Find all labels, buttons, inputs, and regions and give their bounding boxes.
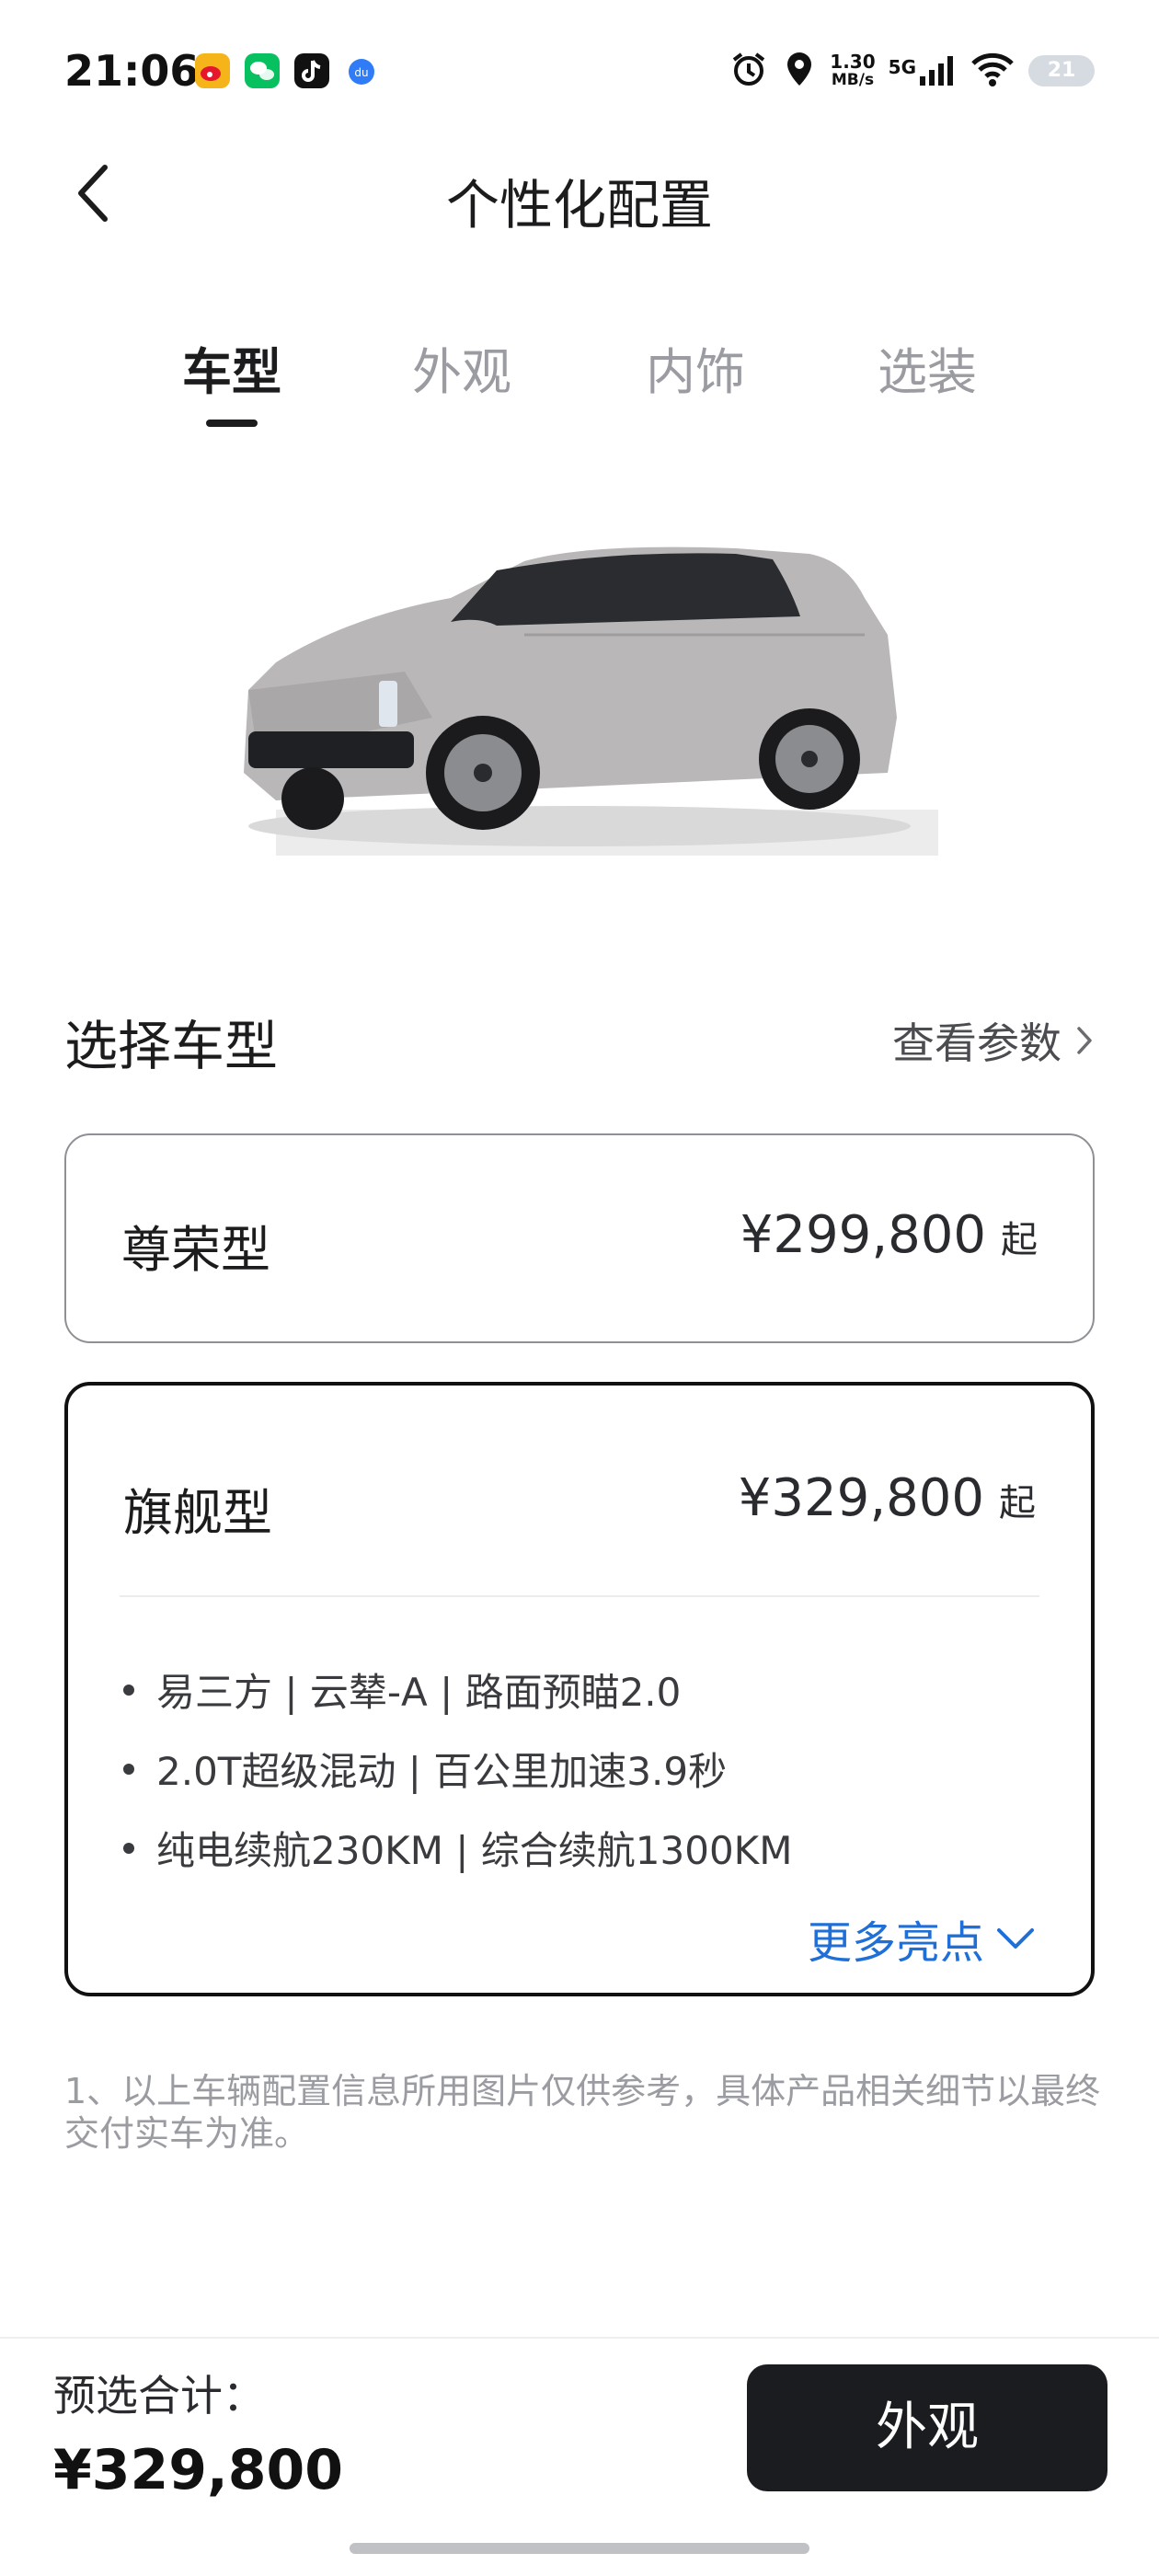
view-params-link[interactable]: 查看参数 [892,1010,1095,1071]
disclaimer-text: 1、以上车辆配置信息所用图片仅供参考，具体产品相关细节以最终交付实车为准。 [64,2071,1101,2154]
next-exterior-button[interactable]: 外观 [747,2364,1107,2491]
section-title: 选择车型 [64,1015,279,1077]
wechat-icon [245,53,280,88]
du-icon: du [344,53,379,88]
net-speed-value: 1.30 [830,51,876,73]
trim-price-value: ¥329,800 [738,1468,984,1528]
trim-price: ¥299,800 起 [740,1205,1038,1265]
location-icon [782,49,817,93]
signal-icon: 5G [889,56,957,86]
trim-price-suffix: 起 [1001,1219,1038,1261]
trim-card-zunrong[interactable]: 尊荣型 ¥299,800 起 [64,1133,1095,1343]
tab-options[interactable]: 选装 [863,331,992,404]
total-label: 预选合计： [53,2371,265,2421]
bottom-bar: 预选合计： ¥329,800 外观 [0,2337,1159,2576]
tab-model[interactable]: 车型 [167,331,296,404]
status-indicators: 1.30 MB/s 5G 21 [729,48,1095,94]
more-highlights-label: 更多亮点 [807,1917,984,1969]
net-speed-unit: MB/s [831,71,875,89]
wifi-icon [970,51,1016,91]
bullet-icon [123,1842,134,1854]
trim-price-suffix: 起 [999,1482,1036,1524]
car-image [221,534,938,865]
config-tabs: 车型 外观 内饰 选装 [0,331,1159,432]
card-divider [120,1595,1039,1597]
weibo-icon [195,53,230,88]
alarm-icon [729,49,769,93]
status-bar: 21:06 du 1.30 MB/s 5G 21 [0,0,1159,138]
more-highlights-link[interactable]: 更多亮点 [808,1906,1036,1971]
feature-item: 2.0T超级混动 | 百公里加速3.9秒 [123,1741,727,1797]
feature-item: 纯电续航230KM | 综合续航1300KM [123,1820,792,1876]
total-price: ¥329,800 [53,2438,344,2502]
trim-name: 尊荣型 [121,1221,270,1279]
tiktok-icon [294,53,329,88]
feature-text: 2.0T超级混动 | 百公里加速3.9秒 [156,1749,728,1794]
trim-card-qijian[interactable]: 旗舰型 ¥329,800 起 易三方 | 云辇-A | 路面预瞄2.0 2.0T… [64,1382,1095,1996]
view-params-label: 查看参数 [892,1018,1061,1068]
chevron-right-icon [1077,1027,1092,1054]
home-indicator[interactable] [350,2543,809,2554]
network-type: 5G [888,56,916,78]
tab-active-indicator [206,420,258,427]
battery-icon: 21 [1028,55,1095,86]
tab-exterior[interactable]: 外观 [397,331,526,404]
svg-text:du: du [354,66,368,79]
trim-price-value: ¥299,800 [740,1205,986,1265]
bullet-icon [123,1684,134,1696]
status-time: 21:06 [64,46,200,96]
page-title: 个性化配置 [445,174,713,236]
feature-item: 易三方 | 云辇-A | 路面预瞄2.0 [123,1662,681,1718]
trim-name: 旗舰型 [123,1484,272,1542]
bullet-icon [123,1763,134,1775]
feature-text: 纯电续航230KM | 综合续航1300KM [156,1828,793,1873]
chevron-down-icon [997,1928,1034,1949]
trim-price: ¥329,800 起 [739,1468,1036,1528]
tab-interior[interactable]: 内饰 [631,331,760,404]
feature-text: 易三方 | 云辇-A | 路面预瞄2.0 [156,1670,682,1715]
net-speed: 1.30 MB/s [830,52,875,89]
